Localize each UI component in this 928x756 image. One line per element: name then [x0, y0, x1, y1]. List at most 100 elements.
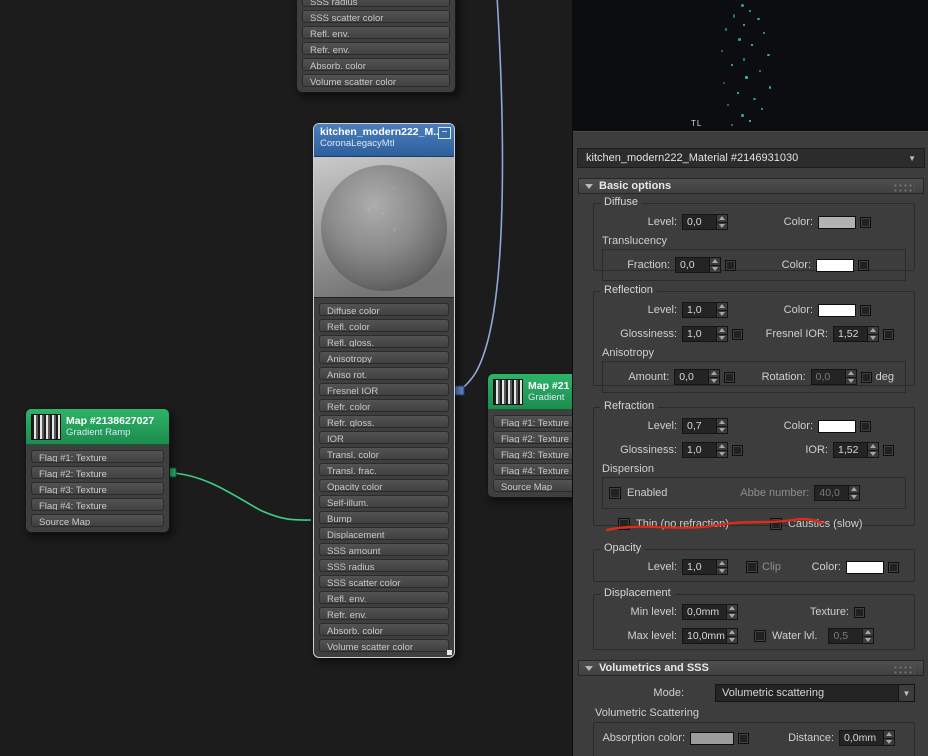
rollout-volumetrics[interactable]: Volumetrics and SSS: [578, 660, 924, 676]
node-input-slot[interactable]: SSS scatter color: [302, 10, 450, 23]
spinner-arrows-icon[interactable]: [716, 560, 727, 574]
node-input-slot[interactable]: Refl. gloss.: [319, 335, 449, 348]
reflection-color-map-button[interactable]: [860, 304, 871, 316]
node-input-slot[interactable]: Transl. frac.: [319, 463, 449, 476]
node-input-slot[interactable]: Flag #1: Texture: [31, 450, 164, 463]
node-input-slot[interactable]: Anisotropy: [319, 351, 449, 364]
absorption-color-map-button[interactable]: [738, 732, 749, 744]
reflection-level-spinner[interactable]: 1,0: [682, 302, 728, 318]
water-level-checkbox[interactable]: [754, 630, 766, 642]
node-input-slot[interactable]: Refl. color: [319, 319, 449, 332]
node-input-slot[interactable]: Volume scatter color: [319, 639, 449, 652]
diffuse-color-swatch[interactable]: [818, 215, 856, 229]
node-input-slot[interactable]: Refl. env.: [302, 26, 450, 39]
spinner-arrows-icon[interactable]: [867, 327, 878, 341]
rotation-map-button[interactable]: [860, 371, 872, 383]
rollout-collapse-icon[interactable]: [585, 665, 593, 671]
opacity-level-spinner[interactable]: 1,0: [682, 559, 728, 575]
opacity-color-swatch[interactable]: [845, 560, 884, 574]
spinner-arrows-icon[interactable]: [883, 731, 894, 745]
water-level-spinner[interactable]: 0,5: [828, 628, 875, 644]
spinner-arrows-icon[interactable]: [726, 629, 737, 643]
fresnel-ior-map-button[interactable]: [883, 328, 894, 340]
min-level-spinner[interactable]: 0,0mm: [682, 604, 738, 620]
fraction-map-button[interactable]: [725, 259, 736, 271]
refraction-glossiness-map-button[interactable]: [732, 444, 743, 456]
caustics-checkbox[interactable]: [769, 518, 782, 530]
node-input-slot[interactable]: Absorb. color: [302, 58, 450, 71]
spinner-arrows-icon[interactable]: [726, 605, 737, 619]
node-partial-top[interactable]: SSS radius SSS scatter color Refl. env. …: [296, 0, 456, 93]
node-input-slot[interactable]: Diffuse color: [319, 303, 449, 316]
spinner-arrows-icon[interactable]: [716, 303, 727, 317]
node-input-slot[interactable]: Aniso rot.: [319, 367, 449, 380]
node-input-slot[interactable]: Bump: [319, 511, 449, 524]
rotation-spinner[interactable]: 0,0: [810, 369, 857, 385]
opacity-color-map-button[interactable]: [887, 561, 899, 573]
refraction-color-swatch[interactable]: [818, 419, 856, 433]
node-input-slot[interactable]: Refr. env.: [302, 42, 450, 55]
node-corona-material[interactable]: kitchen_modern222_M... CoronaLegacyMtl −: [313, 123, 455, 658]
thin-no-refraction-checkbox[interactable]: [618, 518, 630, 530]
fresnel-ior-spinner[interactable]: 1,52: [833, 326, 879, 342]
displacement-texture-map-button[interactable]: [854, 606, 865, 618]
node-input-slot[interactable]: Refr. env.: [319, 607, 449, 620]
node-resize-grip[interactable]: [447, 650, 452, 655]
mode-dropdown[interactable]: Volumetric scattering ▼: [715, 684, 915, 702]
node-input-slot[interactable]: Absorb. color: [319, 623, 449, 636]
node-input-slot[interactable]: Opacity color: [319, 479, 449, 492]
distance-spinner[interactable]: 0,0mm: [839, 730, 895, 746]
spinner-arrows-icon[interactable]: [708, 370, 720, 384]
absorption-color-swatch[interactable]: [690, 731, 734, 745]
wire-blue[interactable]: [460, 0, 504, 391]
node-input-slot[interactable]: IOR: [319, 431, 449, 444]
wire-green[interactable]: [172, 472, 312, 521]
anisotropy-amount-map-button[interactable]: [724, 371, 736, 383]
node-input-slot[interactable]: Volume scatter color: [302, 74, 450, 87]
node-input-slot[interactable]: Fresnel IOR: [319, 383, 449, 396]
spinner-arrows-icon[interactable]: [716, 215, 727, 229]
fraction-spinner[interactable]: 0,0: [675, 257, 721, 273]
anisotropy-amount-spinner[interactable]: 0,0: [674, 369, 721, 385]
corona-node-header[interactable]: kitchen_modern222_M... CoronaLegacyMtl −: [314, 124, 454, 157]
reflection-glossiness-spinner[interactable]: 1,0: [682, 326, 728, 342]
ior-map-button[interactable]: [883, 444, 894, 456]
translucency-color-swatch[interactable]: [816, 258, 854, 272]
spinner-arrows-icon[interactable]: [848, 486, 860, 500]
refraction-color-map-button[interactable]: [860, 420, 871, 432]
node-editor-canvas[interactable]: SSS radius SSS scatter color Refl. env. …: [0, 0, 632, 756]
node-input-slot[interactable]: SSS scatter color: [319, 575, 449, 588]
node-input-slot[interactable]: Refl. env.: [319, 591, 449, 604]
refraction-glossiness-spinner[interactable]: 1,0: [682, 442, 728, 458]
ior-spinner[interactable]: 1,52: [833, 442, 879, 458]
translucency-color-map-button[interactable]: [858, 259, 869, 271]
node-input-slot[interactable]: SSS amount: [319, 543, 449, 556]
wire-end-socket-blue[interactable]: [454, 385, 465, 396]
rollout-collapse-icon[interactable]: [585, 183, 593, 189]
diffuse-color-map-button[interactable]: [860, 216, 871, 228]
spinner-arrows-icon[interactable]: [862, 629, 874, 643]
spinner-arrows-icon[interactable]: [844, 370, 856, 384]
clip-checkbox[interactable]: [746, 561, 758, 573]
chevron-down-icon[interactable]: ▼: [908, 154, 916, 163]
spinner-arrows-icon[interactable]: [867, 443, 878, 457]
spinner-arrows-icon[interactable]: [716, 443, 727, 457]
abbe-number-spinner[interactable]: 40,0: [814, 485, 861, 501]
node-input-slot[interactable]: Flag #2: Texture: [31, 466, 164, 479]
node-input-slot[interactable]: Transl. color: [319, 447, 449, 460]
diffuse-level-spinner[interactable]: 0,0: [682, 214, 728, 230]
node-gradient-ramp[interactable]: Map #2138627027 Gradient Ramp Flag #1: T…: [25, 408, 170, 533]
render-viewport[interactable]: TL: [573, 0, 928, 132]
dispersion-enabled-checkbox[interactable]: [609, 487, 621, 499]
rollout-basic-options[interactable]: Basic options: [578, 178, 924, 194]
node-input-slot[interactable]: Flag #4: Texture: [31, 498, 164, 511]
material-selector[interactable]: kitchen_modern222_Material #2146931030 ▼: [577, 148, 925, 168]
reflection-color-swatch[interactable]: [818, 303, 856, 317]
gradient-ramp-header[interactable]: Map #2138627027 Gradient Ramp: [26, 409, 169, 445]
node-input-slot[interactable]: Self-illum.: [319, 495, 449, 508]
node-input-slot[interactable]: Flag #3: Texture: [31, 482, 164, 495]
max-level-spinner[interactable]: 10,0mm: [682, 628, 738, 644]
reflection-glossiness-map-button[interactable]: [732, 328, 743, 340]
spinner-arrows-icon[interactable]: [716, 327, 727, 341]
refraction-level-spinner[interactable]: 0,7: [682, 418, 728, 434]
